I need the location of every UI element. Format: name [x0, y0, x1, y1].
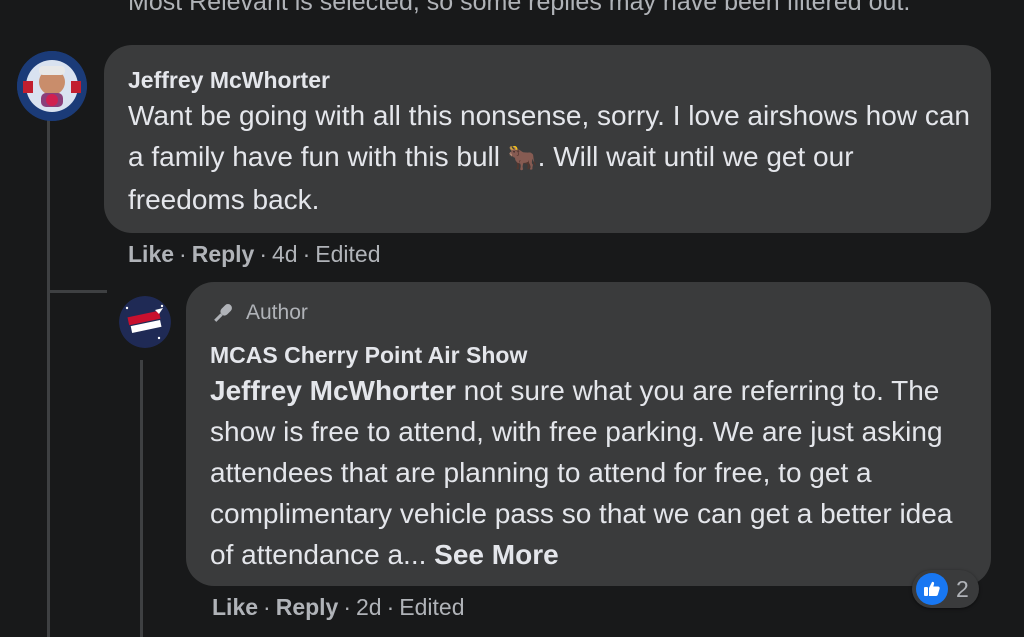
reply-author-avatar[interactable]: [119, 296, 171, 348]
comment-like-link[interactable]: Like: [128, 241, 174, 267]
reply-text: Jeffrey McWhorter not sure what you are …: [210, 370, 980, 575]
filter-notice: Most Relevant is selected, so some repli…: [128, 0, 911, 16]
comment-bubble: Jeffrey McWhorter Want be going with all…: [104, 45, 991, 233]
reply-like-link[interactable]: Like: [212, 594, 258, 620]
reply-author-name[interactable]: MCAS Cherry Point Air Show: [210, 342, 527, 369]
thumbs-up-icon: [916, 573, 948, 605]
air-show-logo-icon: [119, 296, 171, 348]
reply-mention-link[interactable]: Jeffrey McWhorter: [210, 375, 456, 406]
comment-author-name[interactable]: Jeffrey McWhorter: [128, 67, 330, 94]
commenter-avatar[interactable]: [17, 51, 87, 121]
reaction-count: 2: [956, 575, 969, 602]
profile-photo-badge-icon: [17, 51, 87, 121]
author-badge: Author: [210, 300, 308, 326]
comment-edited-label[interactable]: Edited: [315, 241, 380, 267]
comment-text: Want be going with all this nonsense, so…: [128, 95, 973, 220]
reply-actions: Like · Reply · 2d · Edited: [212, 594, 465, 620]
reply-reply-link[interactable]: Reply: [276, 594, 339, 620]
thread-line-reply: [140, 360, 143, 637]
reply-bubble: Author MCAS Cherry Point Air Show Jeffre…: [186, 282, 991, 586]
microphone-icon: [214, 304, 232, 322]
reply-edited-label[interactable]: Edited: [399, 594, 464, 620]
thread-line-branch: [47, 290, 107, 293]
thread-line-main: [47, 120, 50, 637]
author-badge-label: Author: [246, 301, 308, 324]
see-more-link[interactable]: See More: [434, 539, 559, 570]
comment-reply-link[interactable]: Reply: [192, 241, 255, 267]
comment-timestamp[interactable]: 4d: [272, 241, 298, 267]
reaction-summary[interactable]: 2: [912, 570, 979, 608]
comment-actions: Like · Reply · 4d · Edited: [128, 241, 381, 267]
reply-timestamp[interactable]: 2d: [356, 594, 382, 620]
bull-emoji-icon: 🐂: [507, 145, 538, 172]
